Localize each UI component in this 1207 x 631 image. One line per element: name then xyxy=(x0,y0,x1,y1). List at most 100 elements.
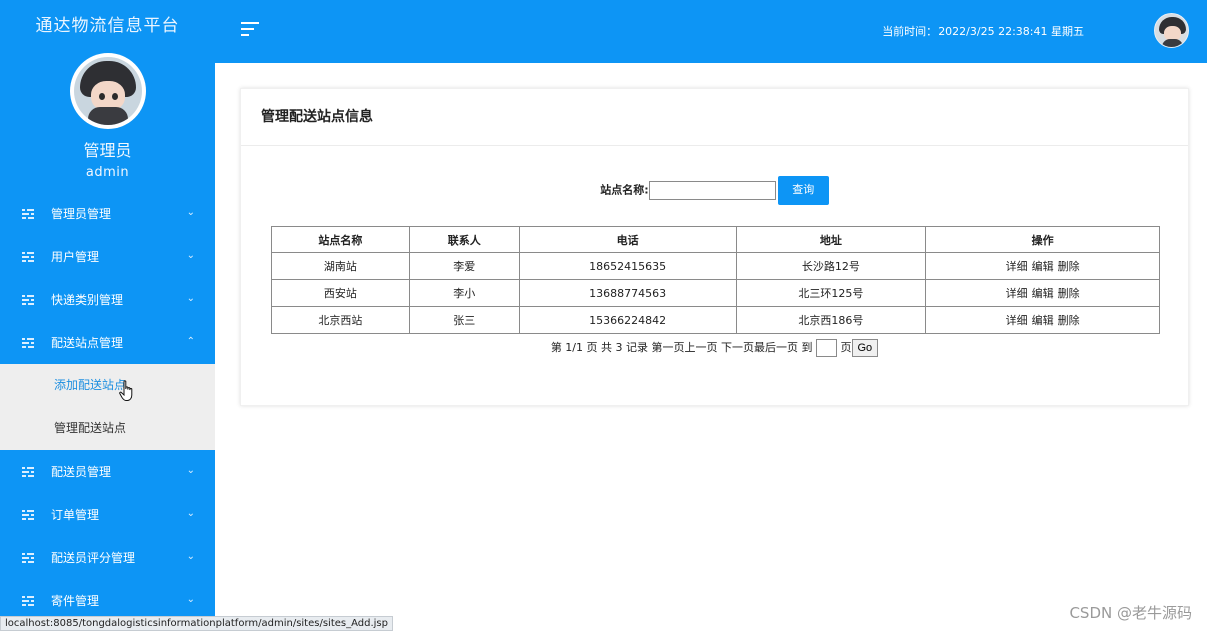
phone-cell: 13688774563 xyxy=(518,279,737,307)
chevron-down-icon: ⌄ xyxy=(186,551,195,562)
table-header-row: 站点名称 联系人 电话 地址 操作 xyxy=(271,226,1160,253)
site-name-search-input[interactable] xyxy=(648,181,776,200)
sidebar-item-label: 配送站点管理 xyxy=(51,336,124,350)
edit-link[interactable]: 编辑 xyxy=(1032,287,1054,300)
sidebar-menu: 管理员管理 ⌄ 用户管理 ⌄ 快递类别管理 ⌄ 配送站点管理 ⌃ 添加配送站点 … xyxy=(0,192,215,622)
sidebar-item-label: 寄件管理 xyxy=(51,594,100,608)
list-icon xyxy=(22,250,34,263)
delete-link[interactable]: 删除 xyxy=(1058,287,1080,300)
site-name-cell: 北京西站 xyxy=(271,306,410,334)
goto-prefix: 到 xyxy=(801,341,813,354)
sidebar: 通达物流信息平台 管理员 admin 管理员管理 ⌄ 用户管理 ⌄ 快递类别管理… xyxy=(0,0,215,631)
address-cell: 北京西186号 xyxy=(735,306,927,334)
avatar-image xyxy=(73,57,142,125)
site-name-cell: 湖南站 xyxy=(271,252,410,280)
search-bar: 站点名称: 查询 xyxy=(241,176,1188,205)
sidebar-item-label: 管理员管理 xyxy=(51,207,112,221)
prev-page-link[interactable]: 上一页 xyxy=(685,341,718,354)
user-role: 管理员 xyxy=(83,141,132,160)
go-button[interactable]: Go xyxy=(851,339,879,357)
delete-link[interactable]: 删除 xyxy=(1058,314,1080,327)
detail-link[interactable]: 详细 xyxy=(1006,260,1028,273)
watermark: CSDN @老牛源码 xyxy=(1069,604,1192,622)
list-icon xyxy=(22,293,34,306)
browser-status-bar: localhost:8085/tongdalogisticsinformatio… xyxy=(0,616,393,631)
sidebar-item-label: 用户管理 xyxy=(51,250,100,264)
sidebar-item-couriers[interactable]: 配送员管理 ⌄ xyxy=(0,450,215,493)
sites-submenu: 添加配送站点 管理配送站点 xyxy=(0,364,215,450)
header-avatar[interactable] xyxy=(1154,13,1189,48)
actions-cell: 详细 编辑 删除 xyxy=(925,279,1160,307)
column-header: 站点名称 xyxy=(271,226,410,253)
current-time-label: 当前时间： xyxy=(882,25,938,38)
chevron-down-icon: ⌄ xyxy=(186,465,195,476)
column-header: 操作 xyxy=(925,226,1160,253)
sites-table: 站点名称 联系人 电话 地址 操作 湖南站 李爱 18652415635 长沙路… xyxy=(271,226,1160,334)
list-icon xyxy=(22,336,34,349)
current-time: 当前时间：2022/3/25 22:38:41 星期五 xyxy=(882,23,1084,39)
detail-link[interactable]: 详细 xyxy=(1006,287,1028,300)
sidebar-item-sites[interactable]: 配送站点管理 ⌃ xyxy=(0,321,215,364)
last-page-link[interactable]: 最后一页 xyxy=(754,341,798,354)
search-label: 站点名称: xyxy=(600,183,649,197)
sidebar-item-express-category[interactable]: 快递类别管理 ⌄ xyxy=(0,278,215,321)
contact-cell: 张三 xyxy=(408,306,520,334)
delete-link[interactable]: 删除 xyxy=(1058,260,1080,273)
phone-cell: 18652415635 xyxy=(518,252,737,280)
page-number-input[interactable] xyxy=(816,339,837,357)
detail-link[interactable]: 详细 xyxy=(1006,314,1028,327)
phone-cell: 15366224842 xyxy=(518,306,737,334)
username: admin xyxy=(85,165,130,180)
current-time-value: 2022/3/25 22:38:41 星期五 xyxy=(938,25,1084,38)
chevron-down-icon: ⌄ xyxy=(186,207,195,218)
edit-link[interactable]: 编辑 xyxy=(1032,260,1054,273)
column-header: 电话 xyxy=(518,226,737,253)
chevron-down-icon: ⌄ xyxy=(186,293,195,304)
menu-toggle-icon[interactable] xyxy=(241,22,259,36)
sidebar-item-courier-ratings[interactable]: 配送员评分管理 ⌄ xyxy=(0,536,215,579)
submenu-item-manage-sites[interactable]: 管理配送站点 xyxy=(0,407,215,450)
sidebar-item-users[interactable]: 用户管理 ⌄ xyxy=(0,235,215,278)
avatar xyxy=(69,53,146,129)
sidebar-item-label: 配送员管理 xyxy=(51,465,112,479)
next-page-link[interactable]: 下一页 xyxy=(721,341,754,354)
column-header: 地址 xyxy=(735,226,927,253)
table-row: 北京西站 张三 15366224842 北京西186号 详细 编辑 删除 xyxy=(271,306,1160,334)
search-button[interactable]: 查询 xyxy=(777,176,829,205)
table-row: 湖南站 李爱 18652415635 长沙路12号 详细 编辑 删除 xyxy=(271,252,1160,280)
list-icon xyxy=(22,594,34,607)
main-content: 管理配送站点信息 站点名称: 查询 站点名称 联系人 电话 地址 操作 湖南站 xyxy=(215,63,1207,631)
page-title: 管理配送站点信息 xyxy=(241,89,1188,146)
address-cell: 北三环125号 xyxy=(735,279,927,307)
submenu-item-add-site[interactable]: 添加配送站点 xyxy=(0,364,215,407)
list-icon xyxy=(22,551,34,564)
address-cell: 长沙路12号 xyxy=(735,252,927,280)
chevron-down-icon: ⌄ xyxy=(186,594,195,605)
top-header: 当前时间：2022/3/25 22:38:41 星期五 xyxy=(215,0,1207,63)
list-icon xyxy=(22,508,34,521)
sites-panel: 管理配送站点信息 站点名称: 查询 站点名称 联系人 电话 地址 操作 湖南站 xyxy=(240,88,1189,406)
goto-suffix: 页 xyxy=(840,341,852,354)
contact-cell: 李爱 xyxy=(408,252,520,280)
chevron-up-icon: ⌃ xyxy=(186,336,195,347)
chevron-down-icon: ⌄ xyxy=(186,508,195,519)
pagination: 第 1/1 页 共 3 记录 第一页上一页 下一页最后一页 到 页 Go xyxy=(241,339,1188,357)
actions-cell: 详细 编辑 删除 xyxy=(925,306,1160,334)
page-summary: 第 1/1 页 共 3 记录 xyxy=(550,341,648,354)
sidebar-item-orders[interactable]: 订单管理 ⌄ xyxy=(0,493,215,536)
first-page-link[interactable]: 第一页 xyxy=(652,341,685,354)
edit-link[interactable]: 编辑 xyxy=(1032,314,1054,327)
brand-title: 通达物流信息平台 xyxy=(35,16,180,36)
sidebar-item-admin[interactable]: 管理员管理 ⌄ xyxy=(0,192,215,235)
site-name-cell: 西安站 xyxy=(271,279,410,307)
actions-cell: 详细 编辑 删除 xyxy=(925,252,1160,280)
column-header: 联系人 xyxy=(408,226,520,253)
sidebar-item-label: 快递类别管理 xyxy=(51,293,124,307)
list-icon xyxy=(22,465,34,478)
sidebar-item-label: 订单管理 xyxy=(51,508,100,522)
list-icon xyxy=(22,207,34,220)
contact-cell: 李小 xyxy=(408,279,520,307)
chevron-down-icon: ⌄ xyxy=(186,250,195,261)
table-row: 西安站 李小 13688774563 北三环125号 详细 编辑 删除 xyxy=(271,279,1160,307)
hand-cursor-icon xyxy=(119,380,133,401)
